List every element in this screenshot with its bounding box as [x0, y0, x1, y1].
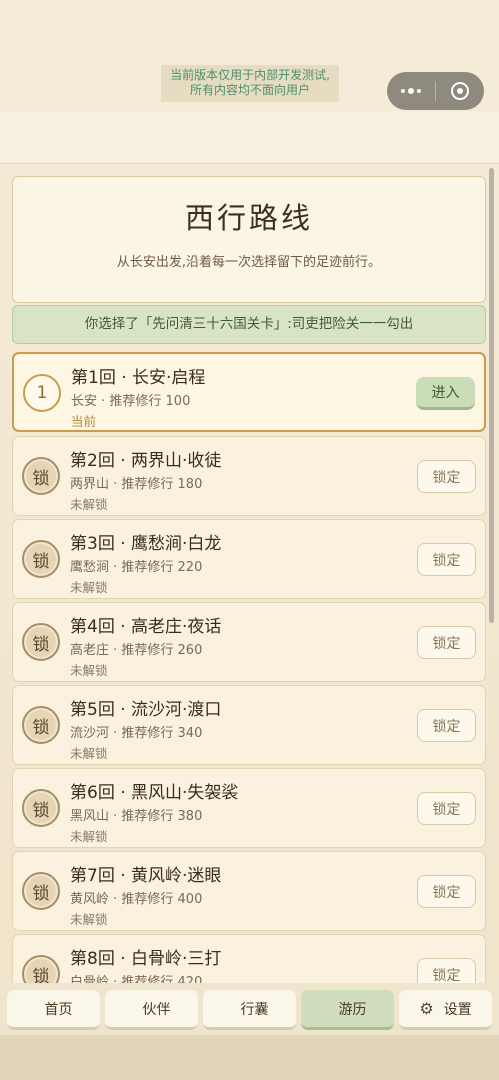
chapter-card[interactable]: 锁第8回 · 白骨岭·三打白骨岭 · 推荐修行 420未解锁锁定 [12, 934, 486, 987]
chapter-status: 当前 [71, 414, 97, 429]
chapter-status: 未解锁 [70, 497, 108, 512]
chapter-card[interactable]: 锁第5回 · 流沙河·渡口流沙河 · 推荐修行 340 未解锁 锁定 [12, 685, 486, 765]
page-subtitle: 从长安出发,沿着每一次选择留下的足迹前行。 [116, 255, 382, 270]
tab-label: 伙伴 [142, 1001, 171, 1018]
lock-badge-icon: 锁 [22, 623, 60, 661]
chapter-meta: 高老庄 · 推荐修行 260 [70, 643, 203, 658]
chapter-meta: 黄风岭 · 推荐修行 400 [70, 892, 203, 907]
miniprogram-capsule [387, 72, 484, 110]
locked-button[interactable]: 锁定 [417, 460, 476, 493]
chapter-meta: 两界山 · 推荐修行 180 [70, 477, 203, 492]
tab-bag[interactable]: 行囊 [203, 990, 296, 1030]
choice-notice: 你选择了「先问清三十六国关卡」:司吏把险关一一勾出 [12, 305, 486, 344]
tab-label: 设置 [443, 1001, 472, 1018]
bottom-tab-bar: 首页 伙伴 行囊 游历 ⚙ 设置 [0, 983, 499, 1035]
chapter-title: 第3回 · 鹰愁涧·白龙 [70, 534, 222, 554]
chapter-title: 第7回 · 黄风岭·迷眼 [70, 866, 222, 886]
more-dots-icon[interactable] [387, 72, 435, 110]
locked-button[interactable]: 锁定 [417, 792, 476, 825]
chapter-card[interactable]: 锁第3回 · 鹰愁涧·白龙鹰愁涧 · 推荐修行 220 未解锁 锁定 [12, 519, 486, 599]
chapter-status: 未解锁 [70, 912, 108, 927]
chapter-title: 第6回 · 黑风山·失袈裟 [70, 783, 239, 803]
lock-badge-icon: 锁 [22, 789, 60, 827]
dev-notice-line-2: 所有内容均不面向用户 [189, 83, 310, 97]
chapter-status: 未解锁 [70, 746, 108, 761]
dev-notice-banner: 当前版本仅用于内部开发测试, 所有内容均不面向用户 [161, 65, 339, 102]
chapter-title: 第5回 · 流沙河·渡口 [70, 700, 222, 720]
chapter-card[interactable]: 锁第2回 · 两界山·收徒两界山 · 推荐修行 180 未解锁 锁定 [12, 436, 486, 516]
chapter-list: 1 第1回 · 长安·启程 长安 · 推荐修行 100 当前 进入锁第2回 · 两界山·… [12, 352, 487, 987]
lock-badge-icon: 锁 [22, 540, 60, 578]
chapter-meta: 长安 · 推荐修行 100 [71, 394, 191, 409]
dev-notice-line-1: 当前版本仅用于内部开发测试, [170, 68, 330, 82]
chapter-meta: 鹰愁涧 · 推荐修行 220 [70, 560, 203, 575]
chapter-card[interactable]: 锁第4回 · 高老庄·夜话高老庄 · 推荐修行 260 未解锁 锁定 [12, 602, 486, 682]
scrollbar[interactable] [489, 168, 494, 623]
chapter-number-badge: 1 [23, 374, 61, 412]
chapter-card[interactable]: 锁第7回 · 黄风岭·迷眼黄风岭 · 推荐修行 400 未解锁 锁定 [12, 851, 486, 931]
lock-badge-icon: 锁 [22, 457, 60, 495]
tab-gear[interactable]: ⚙ 设置 [399, 990, 492, 1030]
route-hero-card: 西行路线 从长安出发,沿着每一次选择留下的足迹前行。 [12, 176, 486, 303]
page-title: 西行路线 [184, 201, 313, 235]
locked-button[interactable]: 锁定 [417, 626, 476, 659]
tab-label: 游历 [338, 1001, 367, 1018]
tab-companions[interactable]: 伙伴 [105, 990, 198, 1030]
chapter-status: 未解锁 [70, 580, 108, 595]
tab-journey[interactable]: 游历 [301, 990, 394, 1030]
bottom-safe-area [0, 1035, 499, 1080]
enter-button[interactable]: 进入 [416, 377, 475, 410]
journey-page: 当前版本仅用于内部开发测试, 所有内容均不面向用户 西行路线 从长安出发,沿着每… [0, 0, 499, 1080]
chapter-title: 第1回 · 长安·启程 [71, 368, 206, 388]
tab-home[interactable]: 首页 [7, 990, 100, 1030]
target-circle-icon[interactable] [436, 72, 484, 110]
locked-button[interactable]: 锁定 [417, 543, 476, 576]
chapter-title: 第8回 · 白骨岭·三打 [70, 949, 222, 969]
chapter-title: 第2回 · 两界山·收徒 [70, 451, 222, 471]
lock-badge-icon: 锁 [22, 872, 60, 910]
chapter-title: 第4回 · 高老庄·夜话 [70, 617, 222, 637]
header-bar [0, 111, 499, 164]
chapter-meta: 黑风山 · 推荐修行 380 [70, 809, 203, 824]
chapter-card[interactable]: 锁第6回 · 黑风山·失袈裟黑风山 · 推荐修行 380 未解锁 锁定 [12, 768, 486, 848]
tab-label: 行囊 [240, 1001, 269, 1018]
gear-icon: ⚙ [419, 999, 434, 1018]
chapter-status: 未解锁 [70, 829, 108, 844]
chapter-card[interactable]: 1 第1回 · 长安·启程长安 · 推荐修行 100 当前 进入 [12, 352, 486, 432]
locked-button[interactable]: 锁定 [417, 709, 476, 742]
lock-badge-icon: 锁 [22, 706, 60, 744]
locked-button[interactable]: 锁定 [417, 875, 476, 908]
chapter-meta: 流沙河 · 推荐修行 340 [70, 726, 203, 741]
tab-label: 首页 [44, 1001, 73, 1018]
chapter-status: 未解锁 [70, 663, 108, 678]
